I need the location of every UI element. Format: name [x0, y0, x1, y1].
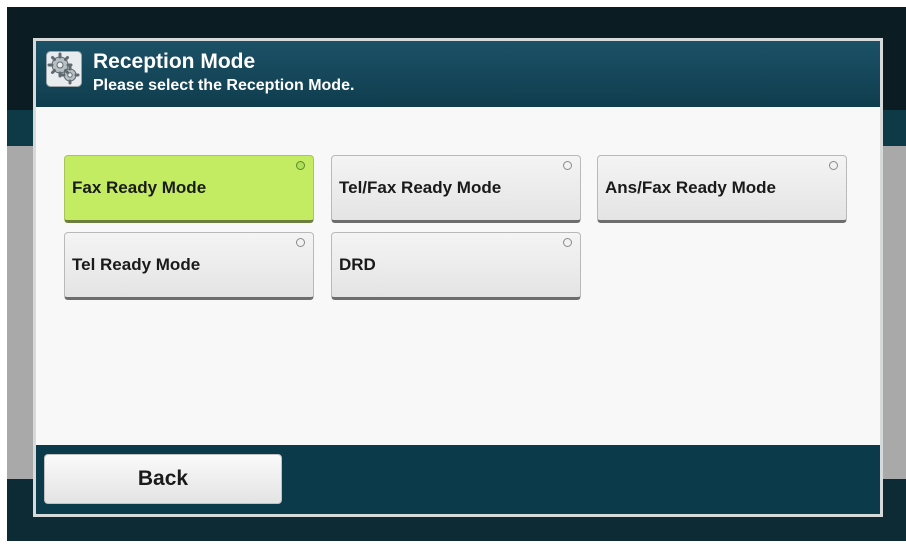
- option-label: Fax Ready Mode: [72, 178, 207, 197]
- dialog-footer: Back: [36, 445, 880, 514]
- option-tel-ready-mode[interactable]: Tel Ready Mode: [64, 232, 314, 300]
- gears-icon: [46, 51, 82, 87]
- option-tel-fax-ready-mode[interactable]: Tel/Fax Ready Mode: [331, 155, 581, 223]
- mode-options-panel: Fax Ready Mode Tel/Fax Ready Mode Ans/Fa…: [36, 107, 880, 445]
- reception-mode-dialog: Reception Mode Please select the Recepti…: [33, 38, 883, 517]
- selected-indicator-icon: [296, 161, 305, 170]
- indicator-icon: [563, 238, 572, 247]
- dialog-subtitle: Please select the Reception Mode.: [93, 77, 355, 94]
- option-label: Ans/Fax Ready Mode: [605, 178, 776, 197]
- back-button[interactable]: Back: [44, 454, 282, 504]
- option-label: DRD: [339, 255, 376, 274]
- device-screen: Reception Mode Please select the Recepti…: [7, 7, 906, 541]
- option-label: Tel/Fax Ready Mode: [339, 178, 502, 197]
- option-label: Tel Ready Mode: [72, 255, 201, 274]
- option-drd[interactable]: DRD: [331, 232, 581, 300]
- dialog-title: Reception Mode: [93, 50, 256, 73]
- option-fax-ready-mode[interactable]: Fax Ready Mode: [64, 155, 314, 223]
- indicator-icon: [563, 161, 572, 170]
- indicator-icon: [296, 238, 305, 247]
- indicator-icon: [829, 161, 838, 170]
- option-ans-fax-ready-mode[interactable]: Ans/Fax Ready Mode: [597, 155, 847, 223]
- dialog-header: Reception Mode Please select the Recepti…: [36, 41, 880, 107]
